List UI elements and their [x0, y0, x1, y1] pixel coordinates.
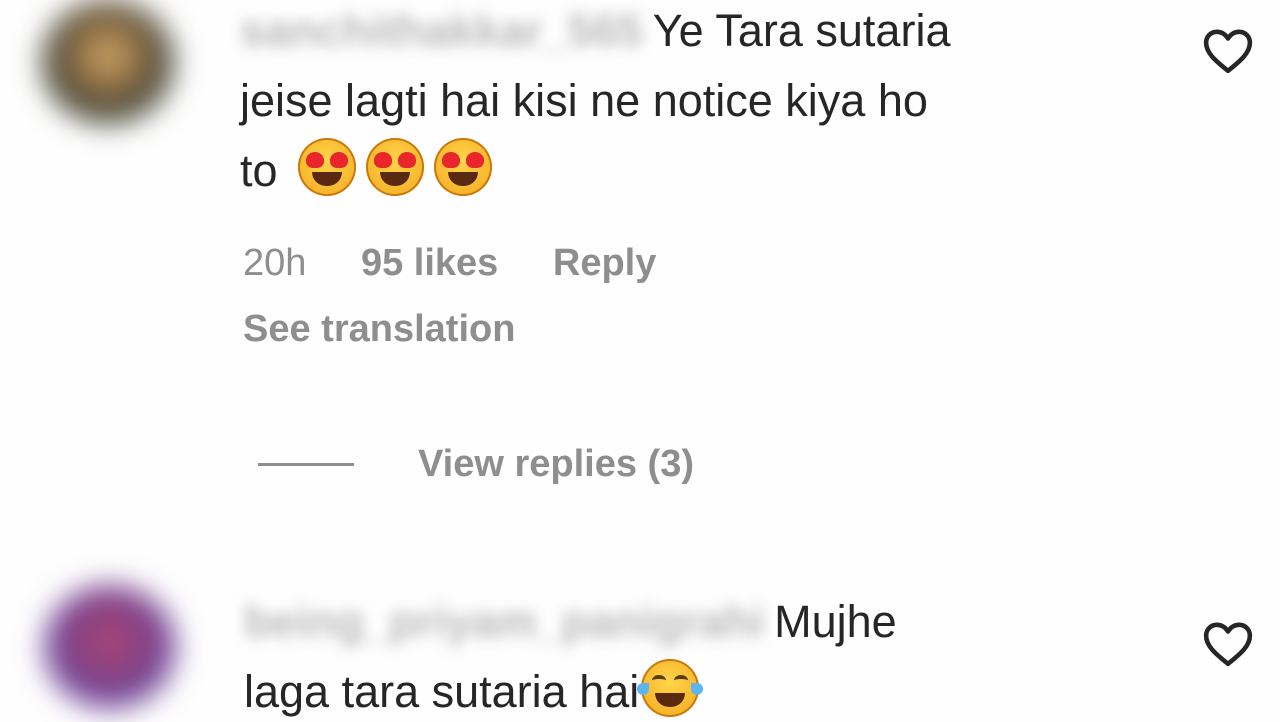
comment-text-part: to: [240, 145, 278, 196]
see-translation-link[interactable]: See translation: [243, 308, 515, 351]
comments-list: sanchithakkar_565 Ye Tara sutaria jeise l…: [0, 0, 1280, 722]
comment-time[interactable]: 20h: [243, 242, 306, 284]
avatar[interactable]: [42, 0, 174, 124]
heart-outline-icon[interactable]: [1203, 28, 1253, 74]
comment-line-1: sanchithakkar_565 Ye Tara sutaria: [240, 0, 950, 66]
comment-text-part: Mujhe: [774, 596, 897, 647]
comment-line-2: laga tara sutaria hai: [244, 657, 897, 722]
view-replies-button[interactable]: View replies (3): [258, 438, 694, 490]
view-replies-label: View replies (3): [418, 442, 694, 485]
comment-meta: 20h 95 likes Reply: [243, 242, 700, 285]
comment-text-part: laga tara sutaria hai: [244, 666, 640, 717]
comment-line-3: to: [240, 136, 950, 206]
heart-eyes-emoji: [366, 138, 425, 196]
username[interactable]: sanchithakkar_565: [240, 0, 643, 66]
heart-eyes-emoji: [298, 138, 357, 196]
reply-button[interactable]: Reply: [553, 242, 656, 284]
comment-body: sanchithakkar_565 Ye Tara sutaria jeise l…: [240, 0, 950, 206]
tears-of-joy-emoji: [637, 659, 704, 717]
comment-line-1: being_priyam_panigrahi Mujhe: [244, 587, 897, 657]
username[interactable]: being_priyam_panigrahi: [244, 587, 764, 657]
likes-count[interactable]: 95 likes: [361, 242, 498, 284]
avatar[interactable]: [44, 585, 176, 709]
comment-body: being_priyam_panigrahi Mujhe laga tara su…: [244, 587, 897, 722]
heart-eyes-emoji: [434, 138, 493, 196]
divider-line: [258, 462, 354, 466]
comment-line-2: jeise lagti hai kisi ne notice kiya ho: [240, 75, 928, 126]
heart-outline-icon[interactable]: [1203, 621, 1253, 667]
comment-text-part: Ye Tara sutaria: [652, 5, 951, 56]
